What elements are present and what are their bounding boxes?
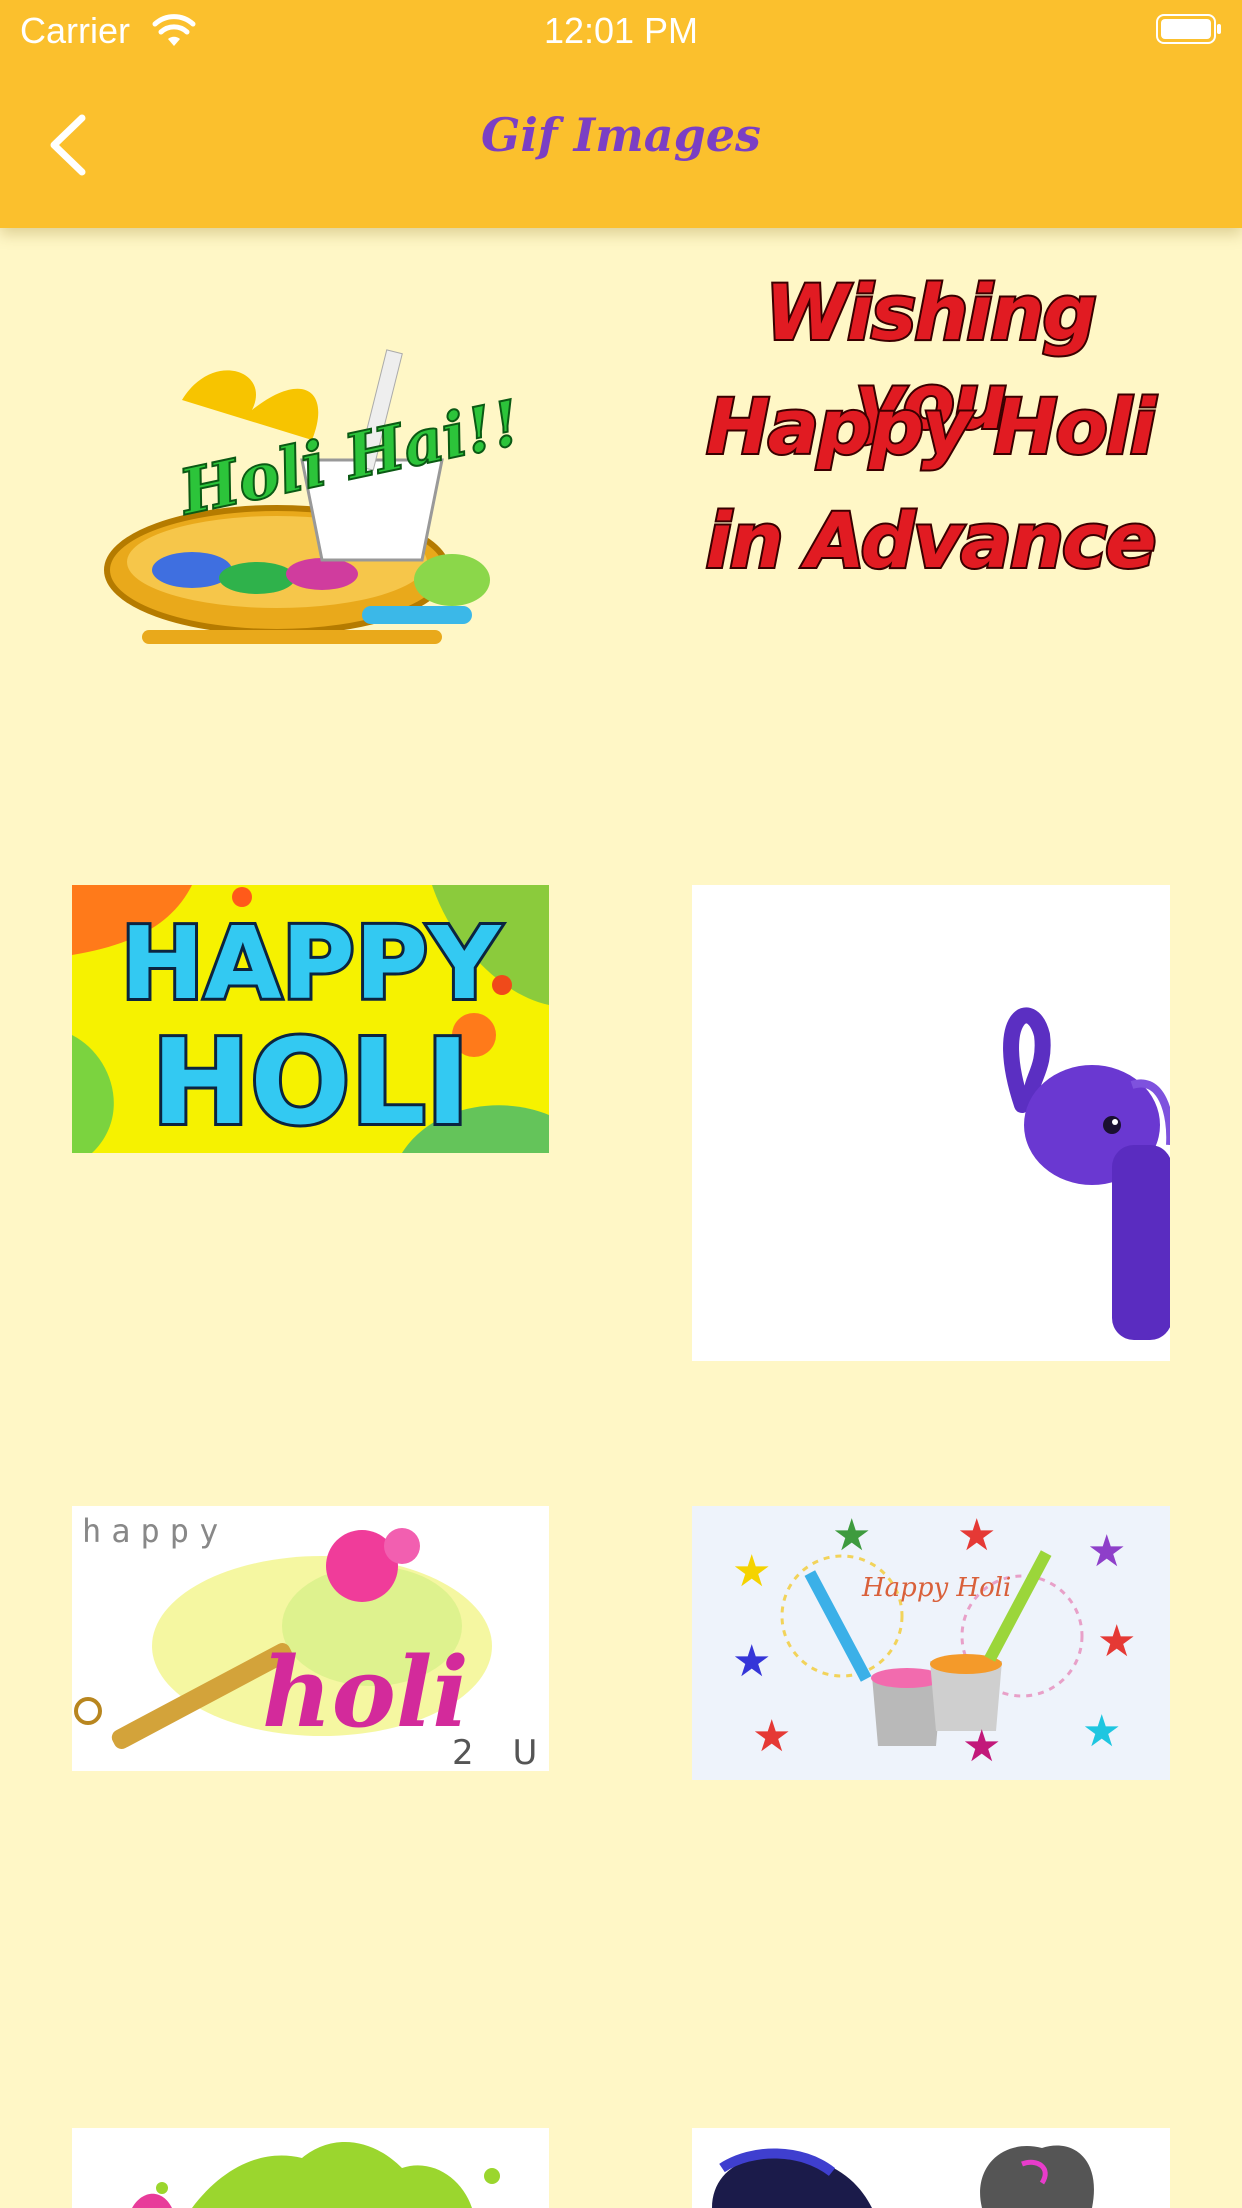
wish-line-2: Happy Holi xyxy=(704,380,1158,473)
gif-happy-holi-splash[interactable]: HAPPY HOLI xyxy=(72,885,549,1153)
svg-text:★: ★ xyxy=(957,1510,996,1561)
happy-label: happy xyxy=(82,1512,228,1550)
happy-text: HAPPY xyxy=(117,902,503,1025)
wish-line-3: in Advance xyxy=(703,494,1158,587)
cartoon-image xyxy=(712,2145,1094,2208)
elephant-image xyxy=(1003,1007,1170,1340)
holi-label: holi xyxy=(262,1636,469,1749)
green-splash-image xyxy=(132,2141,500,2208)
svg-text:★: ★ xyxy=(832,1510,871,1561)
2u-label: 2 U xyxy=(452,1733,549,1771)
svg-text:★: ★ xyxy=(1087,1526,1126,1577)
navigation-bar: Carrier 12:01 PM Gif Images xyxy=(0,0,1242,228)
svg-text:★: ★ xyxy=(752,1711,791,1762)
holi-plate-image: Holi Hai!! xyxy=(104,349,522,644)
page-title: Gif Images xyxy=(481,108,761,162)
gif-elephant[interactable] xyxy=(692,885,1170,1361)
gif-cartoon[interactable] xyxy=(692,2128,1170,2208)
gif-holi-2u[interactable]: happy holi 2 U xyxy=(72,1506,549,1771)
status-time: 12:01 PM xyxy=(543,10,699,51)
holi-text: HOLI xyxy=(148,1010,472,1153)
gif-green-splash[interactable] xyxy=(72,2128,549,2208)
gif-wishing-holi[interactable]: Wishing you Happy Holi in Advance xyxy=(690,258,1170,598)
svg-text:★: ★ xyxy=(732,1546,771,1597)
gif-holi-buckets[interactable]: Happy Holi ★ ★ ★ ★ ★ ★ ★ ★ ★ xyxy=(692,1506,1170,1780)
svg-text:★: ★ xyxy=(962,1721,1001,1772)
svg-text:★: ★ xyxy=(732,1636,771,1687)
gif-holi-hai[interactable]: Holi Hai!! xyxy=(72,330,522,660)
buckets-stars-image: Happy Holi ★ ★ ★ ★ ★ ★ ★ ★ ★ xyxy=(732,1510,1136,1772)
svg-text:★: ★ xyxy=(1097,1616,1136,1667)
pichkari-image: happy holi 2 U xyxy=(74,1512,549,1771)
battery-icon xyxy=(1156,14,1221,44)
happy-holi-label: Happy Holi xyxy=(861,1573,1011,1603)
svg-text:★: ★ xyxy=(1082,1706,1121,1757)
